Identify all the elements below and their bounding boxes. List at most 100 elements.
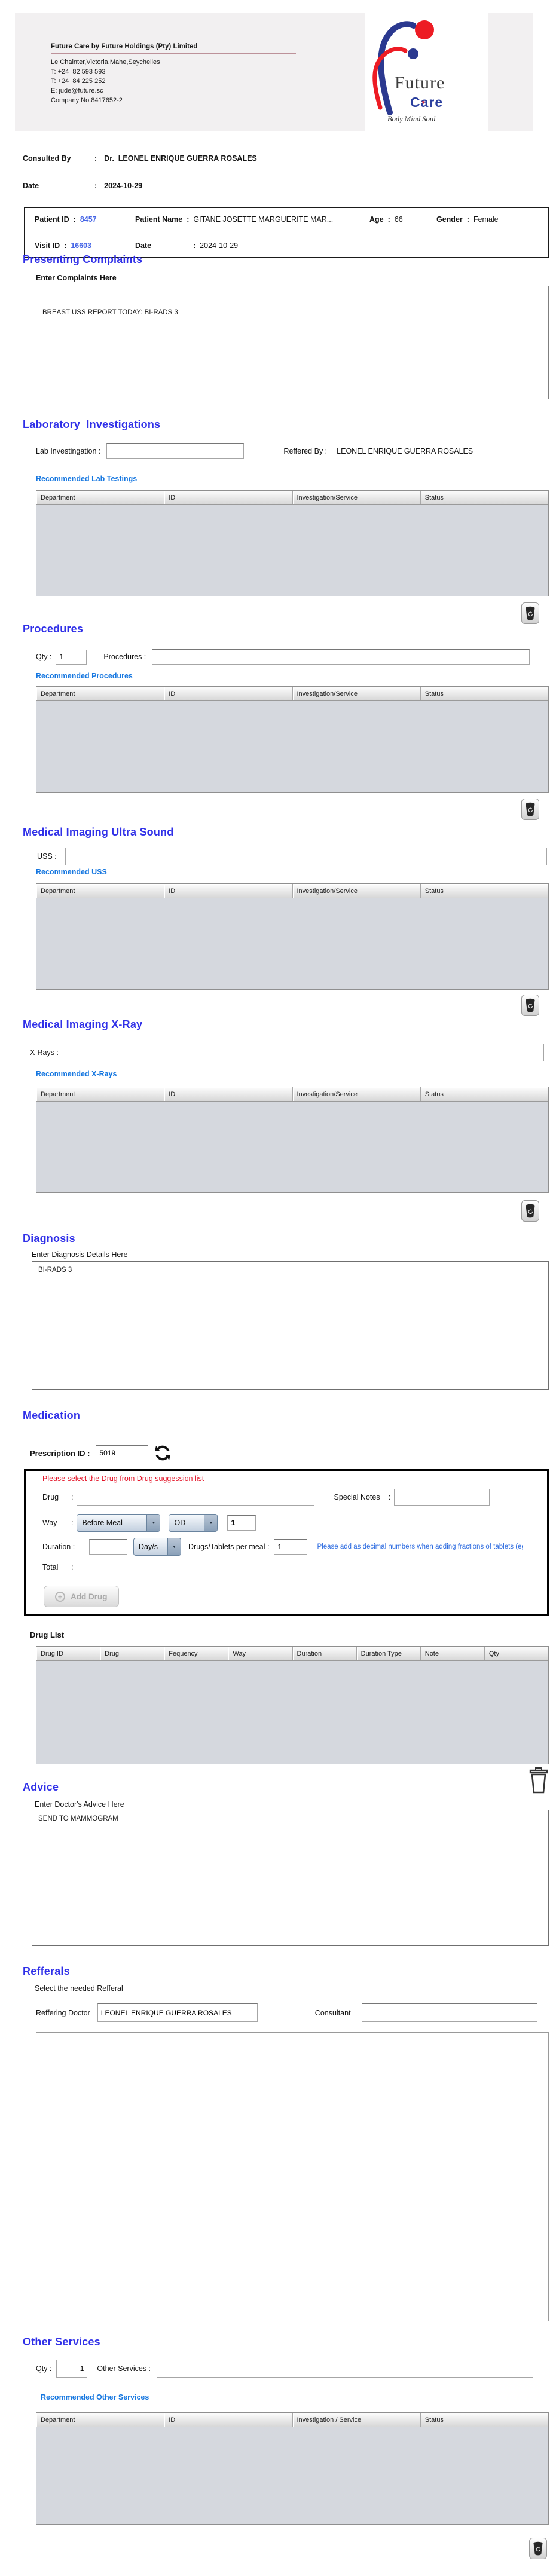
lab-clear-button[interactable] (521, 602, 539, 624)
frequency-select-value: OD (169, 1515, 204, 1531)
other-services-title: Other Services (23, 2336, 100, 2348)
other-services-clear-button[interactable] (529, 2538, 547, 2559)
drug-list-table: Drug ID Drug Fequency Way Duration Durat… (36, 1646, 549, 1764)
drug-row: Drug : Special Notes : (42, 1489, 490, 1506)
visit-date-value: 2024-10-29 (200, 241, 238, 250)
consultant-input[interactable] (362, 2003, 537, 2022)
lab-referred-by-value: LEONEL ENRIQUE GUERRA ROSALES (337, 447, 473, 455)
special-notes-label: Special Notes (334, 1493, 380, 1501)
lab-table: Department ID Investigation/Service Stat… (36, 490, 549, 596)
trash-icon (525, 998, 536, 1012)
other-services-input[interactable] (157, 2360, 533, 2378)
drug-list-table-header: Drug ID Drug Fequency Way Duration Durat… (36, 1647, 548, 1661)
consult-date-value: 2024-10-29 (104, 182, 142, 190)
way-label: Way (42, 1519, 71, 1527)
duration-unit-select[interactable]: Day/s ▼ (133, 1538, 181, 1556)
lab-investigation-row: Lab Investingation : Reffered By : LEONE… (36, 443, 473, 459)
consulted-by-label: Consulted By (23, 154, 94, 163)
way-row: Way : Before Meal ▼ OD ▼ (42, 1514, 256, 1532)
xray-input[interactable] (66, 1044, 544, 1061)
duration-row: Duration : Day/s ▼ Drugs/Tablets per mea… (42, 1538, 523, 1556)
other-services-qty-label: Qty : (36, 2364, 51, 2373)
laboratory-title: Laboratory Investigations (23, 418, 160, 431)
special-notes-input[interactable] (394, 1489, 490, 1506)
uss-row: USS : (37, 848, 547, 865)
company-phone2: T: +24 84 225 252 (51, 77, 296, 86)
uss-clear-button[interactable] (521, 995, 539, 1016)
procedures-label: Procedures : (103, 653, 146, 661)
referrals-row: Reffering Doctor Consultant (36, 2003, 537, 2022)
recommended-other-services-link: Recommended Other Services (41, 2393, 149, 2401)
procedures-row: Qty : Procedures : (36, 649, 530, 665)
xray-table-header: Department ID Investigation/Service Stat… (36, 1087, 548, 1102)
advice-title: Advice (23, 1781, 59, 1794)
xray-row: X-Rays : (30, 1044, 544, 1061)
drug-label: Drug (42, 1493, 71, 1501)
visit-date-cell: Date:2024-10-29 (135, 241, 238, 250)
drug-suggestion-hint: Please select the Drug from Drug suggess… (42, 1474, 204, 1483)
procedures-table-header: Department ID Investigation/Service Stat… (36, 687, 548, 701)
uss-input[interactable] (65, 848, 547, 865)
complaints-textarea[interactable]: BREAST USS REPORT TODAY: BI-RADS 3 (36, 286, 549, 399)
frequency-select[interactable]: OD ▼ (169, 1514, 218, 1532)
logo-word-future: Future (395, 73, 445, 93)
procedures-title: Procedures (23, 623, 83, 635)
referral-list-box[interactable] (36, 2032, 549, 2321)
procedures-input[interactable] (152, 649, 530, 665)
lab-investigation-label: Lab Investingation : (36, 447, 100, 455)
trash-outline-icon (528, 1767, 549, 1794)
patient-id-cell: Patient ID:8457 (35, 215, 135, 224)
procedures-qty-label: Qty : (36, 653, 51, 661)
other-services-qty-input[interactable] (56, 2360, 87, 2378)
recommended-lab-testings-link: Recommended Lab Testings (36, 475, 137, 483)
patient-info-box: Patient ID:8457 Patient Name:GITANE JOSE… (24, 207, 549, 258)
patient-id-value: 8457 (80, 215, 97, 224)
consult-date-label: Date (23, 182, 94, 190)
consultant-label: Consultant (315, 2009, 351, 2017)
patient-age-cell: Age:66 (369, 215, 436, 224)
per-meal-input[interactable] (274, 1539, 307, 1555)
patient-gender-value: Female (473, 215, 499, 224)
add-drug-button[interactable]: + Add Drug (44, 1586, 119, 1607)
letterhead-panel: Future Care by Future Holdings (Pty) Lim… (15, 13, 533, 131)
other-services-row: Qty : Other Services : (36, 2360, 533, 2378)
presenting-complaints-title: Presenting Complaints (23, 253, 142, 266)
ultrasound-title: Medical Imaging Ultra Sound (23, 826, 173, 839)
chevron-down-icon: ▼ (167, 1538, 181, 1555)
other-services-table: Department ID Investigation / Service St… (36, 2412, 549, 2525)
way-select[interactable]: Before Meal ▼ (77, 1514, 160, 1532)
recommended-uss-link: Recommended USS (36, 868, 107, 876)
prescription-id-input[interactable] (96, 1445, 148, 1461)
advice-clear-button[interactable] (528, 1767, 549, 1797)
referring-doctor-input[interactable] (97, 2003, 258, 2022)
trash-icon (525, 802, 536, 816)
company-email: E: jude@future.sc (51, 86, 296, 96)
xray-label: X-Rays : (30, 1048, 59, 1057)
prescription-row: Prescription ID : (30, 1444, 172, 1462)
dose-input[interactable] (227, 1515, 256, 1531)
refresh-icon (154, 1445, 171, 1461)
heart-icon: ♥ (422, 99, 426, 105)
visit-id-value: 16603 (71, 241, 91, 250)
xray-table: Department ID Investigation/Service Stat… (36, 1087, 549, 1193)
uss-table-header: Department ID Investigation/Service Stat… (36, 884, 548, 898)
advice-textarea[interactable]: SEND TO MAMMOGRAM (32, 1810, 549, 1946)
lab-referred-by-label: Reffered By : (283, 447, 327, 455)
diagnosis-title: Diagnosis (23, 1232, 75, 1245)
duration-input[interactable] (89, 1539, 127, 1555)
refresh-prescription-button[interactable] (153, 1444, 172, 1462)
consulted-by-line: Consulted By : Dr. LEONEL ENRIQUE GUERRA… (23, 154, 257, 163)
xray-clear-button[interactable] (521, 1200, 539, 1222)
logo-tagline: Body Mind Soul (387, 115, 436, 124)
company-name: Future Care by Future Holdings (Pty) Lim… (51, 42, 296, 54)
consult-date-line: Date : 2024-10-29 (23, 182, 142, 190)
procedures-qty-input[interactable] (56, 650, 87, 665)
drug-list-label: Drug List (30, 1630, 64, 1639)
diagnosis-textarea[interactable]: BI-RADS 3 (32, 1261, 549, 1390)
uss-label: USS : (37, 852, 57, 861)
procedures-clear-button[interactable] (521, 799, 539, 820)
company-address: Le Chainter,Victoria,Mahe,Seychelles (51, 57, 296, 67)
drug-input[interactable] (77, 1489, 314, 1506)
way-select-value: Before Meal (77, 1515, 146, 1531)
lab-investigation-input[interactable] (106, 443, 244, 459)
